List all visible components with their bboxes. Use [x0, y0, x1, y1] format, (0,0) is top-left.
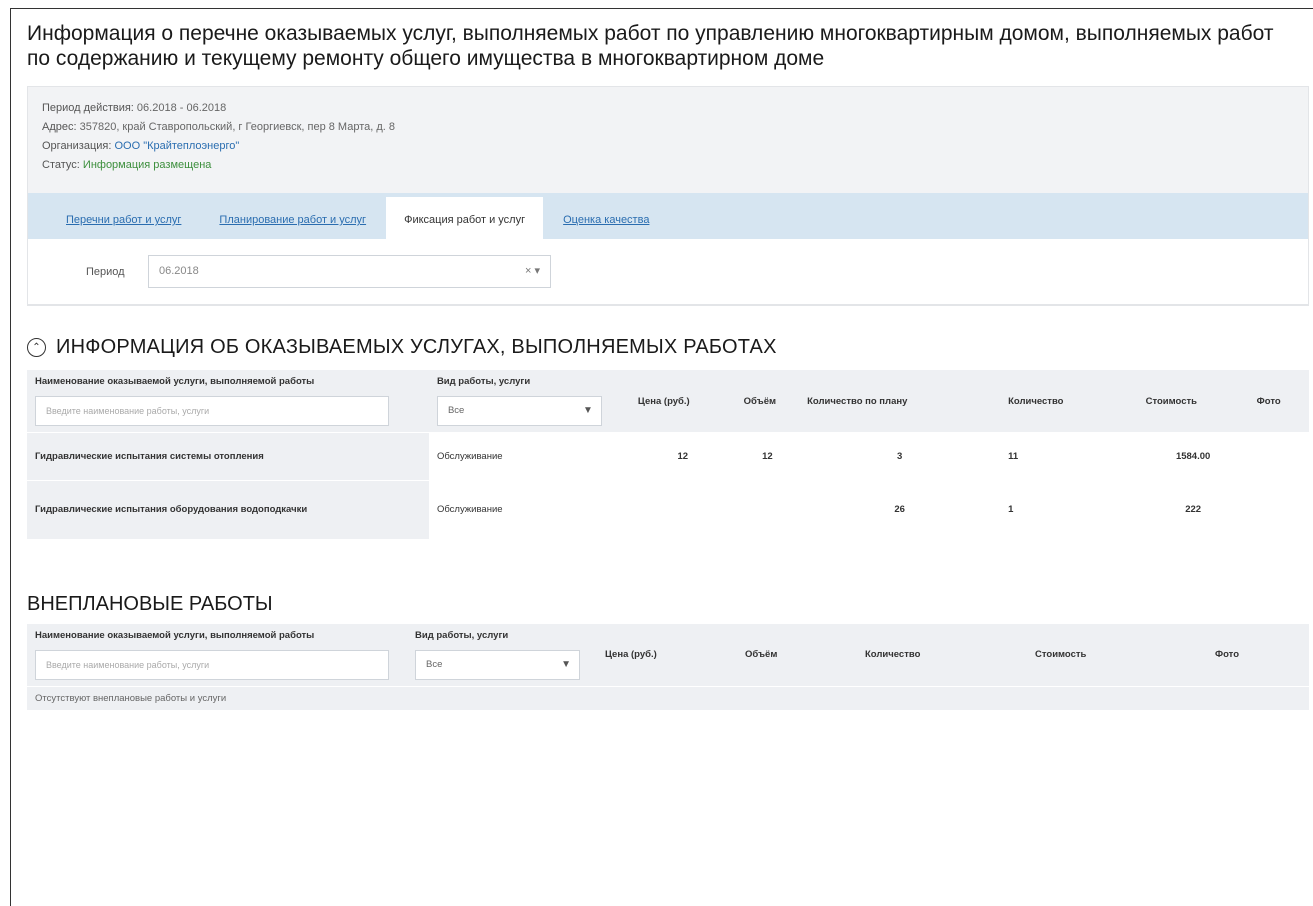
- col-qty-plan-header: Количество по плану: [799, 370, 1001, 433]
- period-line-value: 06.2018 - 06.2018: [136, 102, 227, 114]
- row-name: Гидравлические испытания системы отоплен…: [27, 432, 429, 481]
- name-filter-input[interactable]: Введите наименование работы, услуги: [35, 396, 389, 426]
- kind-filter-select[interactable]: Все ▼: [436, 396, 602, 426]
- col-volume-header: Объём: [737, 623, 857, 686]
- chevron-down-icon[interactable]: ▾: [534, 265, 540, 277]
- row-price: 12: [629, 432, 736, 481]
- organization-line-label: Организация:: [42, 140, 112, 152]
- name-filter-input[interactable]: Введите наименование работы, услуги: [35, 649, 389, 680]
- row-cost: 222: [1137, 480, 1249, 539]
- table-header-row: Наименование оказываемой услуги, выполня…: [27, 370, 1309, 433]
- tabs-bar: Перечни работ и услуг Планирование работ…: [28, 193, 1308, 239]
- col-qty-header: Количество: [1000, 370, 1138, 433]
- row-qty-plan: 3: [799, 432, 1001, 481]
- tab-work-lists[interactable]: Перечни работ и услуг: [48, 201, 199, 239]
- col-kind-label: Вид работы, услуги: [415, 629, 509, 641]
- unplanned-table: Наименование оказываемой услуги, выполня…: [27, 623, 1309, 710]
- row-qty-plan: 26: [799, 480, 1001, 539]
- status-value: Информация размещена: [82, 159, 212, 171]
- col-kind-label: Вид работы, услуги: [436, 376, 531, 387]
- kind-filter-select[interactable]: Все ▼: [415, 649, 580, 680]
- col-kind-header: Вид работы, услуги Все ▼: [407, 623, 597, 686]
- row-name: Гидравлические испытания оборудования во…: [27, 480, 429, 539]
- info-lines: Период действия: 06.2018 - 06.2018 Адрес…: [28, 87, 1308, 185]
- info-panel: Период действия: 06.2018 - 06.2018 Адрес…: [27, 86, 1309, 306]
- section-services-header: ⌃ ИНФОРМАЦИЯ ОБ ОКАЗЫВАЕМЫХ УСЛУГАХ, ВЫП…: [27, 332, 1313, 362]
- col-cost-header: Стоимость: [1027, 623, 1207, 686]
- row-volume: 12: [735, 432, 800, 481]
- col-photo-header: Фото: [1248, 370, 1309, 433]
- col-name-header: Наименование оказываемой услуги, выполня…: [27, 623, 407, 686]
- period-filter-row: Период 06.2018 × ▾: [28, 239, 1308, 305]
- period-line-label: Период действия:: [42, 102, 134, 114]
- period-select[interactable]: 06.2018 × ▾: [148, 255, 551, 288]
- clear-icon[interactable]: ×: [525, 265, 531, 277]
- empty-row: Отсутствуют внеплановые работы и услуги: [27, 685, 1309, 710]
- kind-filter-value: Все: [426, 658, 443, 670]
- section-unplanned-title: ВНЕПЛАНОВЫЕ РАБОТЫ: [27, 592, 273, 615]
- col-volume-header: Объём: [735, 370, 800, 433]
- period-filter-label: Период: [86, 265, 125, 278]
- status-line-label: Статус:: [42, 159, 80, 171]
- table-row[interactable]: Гидравлические испытания системы отоплен…: [27, 432, 1309, 481]
- period-select-value: 06.2018: [159, 265, 199, 277]
- tab-work-fixation[interactable]: Фиксация работ и услуг: [386, 197, 544, 239]
- page-title: Информация о перечне оказываемых услуг, …: [27, 22, 1274, 70]
- col-price-header: Цена (руб.): [597, 623, 737, 686]
- address-line-value: 357820, край Ставропольский, г Георгиевс…: [79, 121, 395, 133]
- col-qty-header: Количество: [857, 623, 1027, 686]
- tab-quality-assessment[interactable]: Оценка качества: [545, 201, 667, 239]
- organization-line: Организация: ООО "Крайтеплоэнерго": [42, 137, 1294, 156]
- chevron-up-icon[interactable]: ⌃: [27, 337, 46, 357]
- period-line: Период действия: 06.2018 - 06.2018: [42, 99, 1294, 118]
- period-select-controls: × ▾: [525, 256, 540, 287]
- row-photo: [1248, 480, 1309, 539]
- row-photo: [1248, 432, 1309, 481]
- table-header-row: Наименование оказываемой услуги, выполня…: [27, 623, 1309, 686]
- chevron-down-icon: ▼: [561, 658, 571, 670]
- kind-filter-value: Все: [447, 405, 465, 416]
- row-kind: Обслуживание: [428, 480, 630, 539]
- address-line: Адрес: 357820, край Ставропольский, г Ге…: [42, 118, 1294, 137]
- col-kind-header: Вид работы, услуги Все ▼: [428, 370, 630, 433]
- tab-work-planning[interactable]: Планирование работ и услуг: [201, 201, 384, 239]
- row-kind: Обслуживание: [428, 432, 630, 481]
- col-name-label: Наименование оказываемой услуги, выполня…: [35, 376, 315, 387]
- row-price: [629, 480, 736, 539]
- row-volume: [735, 480, 800, 539]
- row-cost: 1584.00: [1137, 432, 1249, 481]
- section-services-title: ИНФОРМАЦИЯ ОБ ОКАЗЫВАЕМЫХ УСЛУГАХ, ВЫПОЛ…: [56, 335, 777, 358]
- row-qty: 11: [1000, 432, 1138, 481]
- status-line: Статус: Информация размещена: [42, 156, 1294, 175]
- empty-message: Отсутствуют внеплановые работы и услуги: [27, 685, 1309, 710]
- col-photo-header: Фото: [1207, 623, 1309, 686]
- chevron-down-icon: ▼: [583, 405, 593, 416]
- col-cost-header: Стоимость: [1137, 370, 1249, 433]
- services-table: Наименование оказываемой услуги, выполня…: [27, 370, 1309, 539]
- organization-link[interactable]: ООО "Крайтеплоэнерго": [114, 140, 239, 152]
- col-price-header: Цена (руб.): [629, 370, 736, 433]
- table-row[interactable]: Гидравлические испытания оборудования во…: [27, 480, 1309, 539]
- row-qty: 1: [1000, 480, 1138, 539]
- col-name-header: Наименование оказываемой услуги, выполня…: [27, 370, 429, 433]
- address-line-label: Адрес:: [42, 121, 77, 133]
- page-frame: Информация о перечне оказываемых услуг, …: [10, 8, 1313, 906]
- col-name-label: Наименование оказываемой услуги, выполня…: [35, 629, 315, 641]
